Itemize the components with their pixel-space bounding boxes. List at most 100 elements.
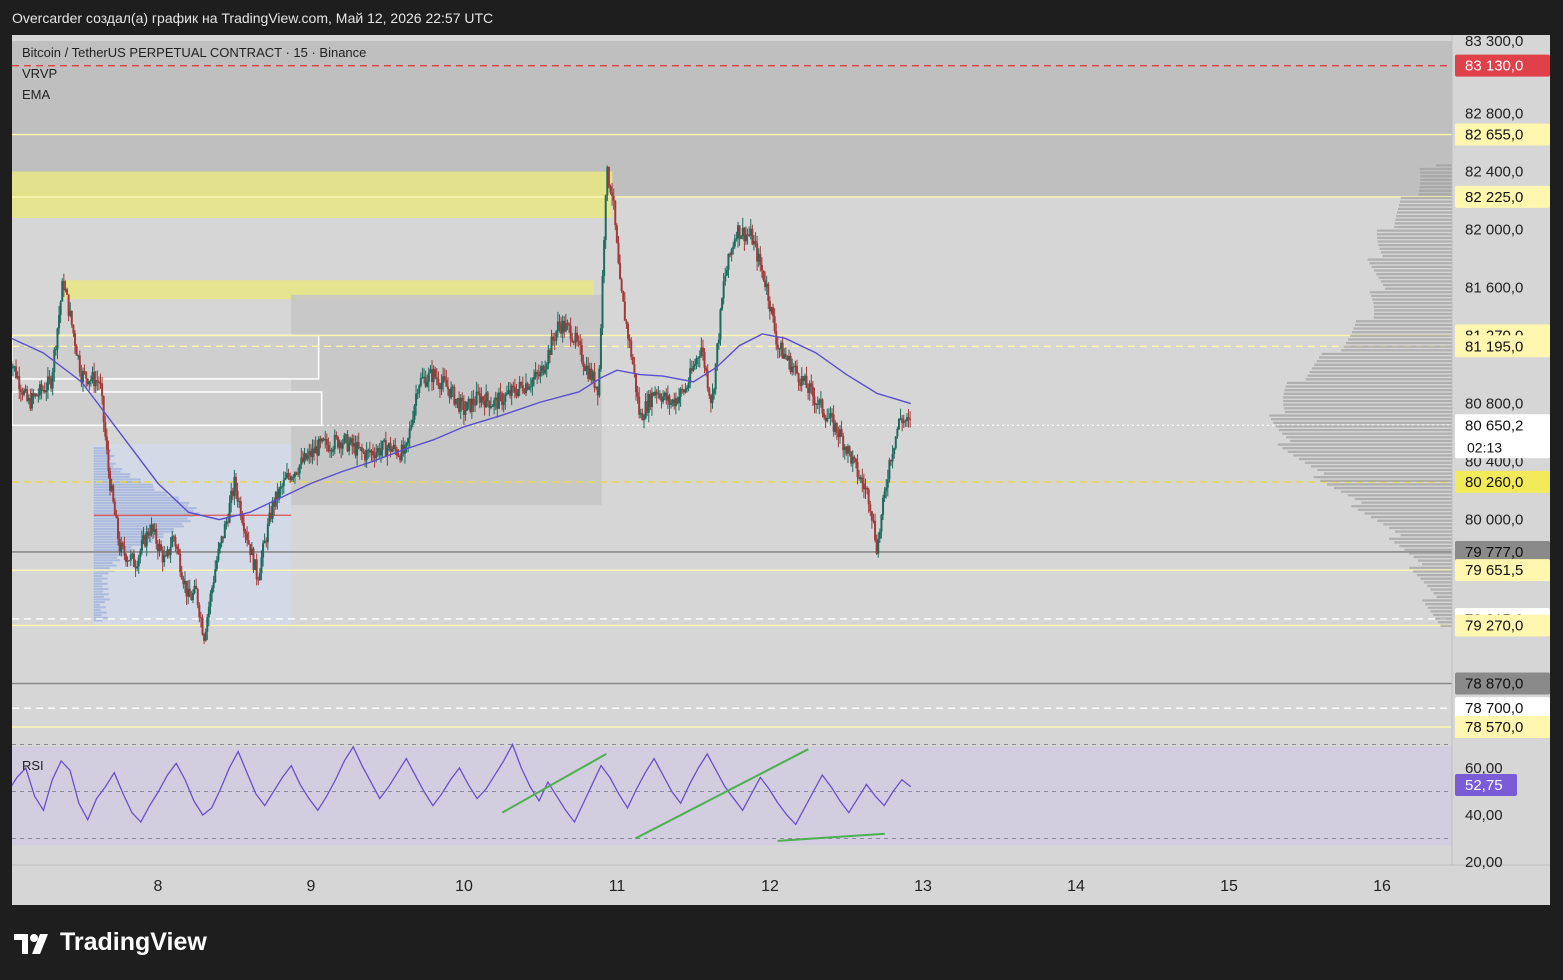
candle-body [717,339,720,344]
candle-body [236,490,239,502]
candle-body [776,344,779,349]
candle-body [848,446,851,452]
symbol-legend[interactable]: Bitcoin / TetherUS PERPETUAL CONTRACT · … [22,45,366,60]
candle-body [744,234,747,242]
candle-body [137,557,140,567]
local-volume-bar [93,580,103,583]
vrvp-bar [1354,323,1452,327]
candle-body [180,572,183,579]
local-volume-bar [93,561,113,564]
candle-body [437,379,440,386]
price-label-1: 82 655,0 [1465,127,1523,144]
vrvp-bar [1287,450,1452,453]
candle-body [113,501,116,515]
vrvp-legend[interactable]: VRVP [22,66,57,81]
vrvp-bar [1427,606,1452,609]
local-volume-bar [93,486,154,489]
ema-legend[interactable]: EMA [22,87,50,102]
local-volume-bar [93,606,106,609]
vrvp-bar [1334,486,1452,490]
candle-body [440,382,443,390]
candle-body [684,389,687,393]
candle-body [435,376,438,380]
candle-body [81,370,84,383]
vrvp-bar [1282,447,1452,450]
candle-body [670,403,673,405]
zone-outline-5 [12,391,323,427]
candle-body [282,479,285,487]
vrvp-bar [1379,247,1452,250]
candle-body [179,553,182,573]
vrvp-bar [1282,432,1452,435]
local-volume-bar [93,499,179,502]
vrvp-bar [1420,175,1452,178]
vrvp-bar [1404,548,1452,551]
candle-body [298,464,301,474]
zone-yellow-1 [12,171,613,218]
candle-body [204,631,207,641]
vrvp-bar [1370,515,1452,519]
candle-body [75,345,78,356]
candle-body [544,369,547,374]
vrvp-bar [1395,218,1452,221]
candle-body [909,419,912,421]
candle-body [504,394,507,402]
local-volume-bar [93,567,110,570]
price-label-countdown: 02:13 [1467,439,1502,455]
vrvp-bar [1413,570,1452,573]
local-volume-bar [93,556,118,559]
candle-body [625,320,628,324]
candle-body [528,387,531,390]
candle-body [907,417,910,420]
candle-body [295,472,298,474]
candle-body [85,372,88,379]
candle-body [603,239,606,277]
candle-body [209,593,212,607]
candle-body [51,371,54,389]
candle-body [246,533,249,541]
chart-panel[interactable]: 83 300,0 82 800,0 82 400,0 82 000,0 81 600,0… [12,35,1550,905]
candle-body [604,195,607,240]
time-tick-label: 12 [761,878,779,895]
vrvp-bar [1394,222,1452,225]
candle-body [627,323,630,339]
rsi-tick-label: 40,00 [1465,807,1503,824]
vrvp-bar [1396,215,1452,218]
tradingview-logo[interactable]: TradingView [14,928,207,957]
vrvp-bar [1440,624,1452,627]
vrvp-bar [1367,258,1452,261]
candle-body [454,399,457,405]
candle-body [474,404,477,406]
chart-canvas[interactable]: 83 300,0 82 800,0 82 400,0 82 000,0 81 600,0… [12,35,1550,905]
vrvp-bar [1420,178,1452,181]
vrvp-bar [1373,305,1452,308]
candle-body [148,533,151,536]
vrvp-bar [1435,617,1452,620]
vrvp-bar [1286,436,1452,439]
local-volume-bar [93,577,108,580]
time-tick-label: 16 [1373,878,1391,895]
vrvp-bar [1398,204,1452,207]
price-tick-label: 82 000,0 [1465,222,1523,239]
price-label-10: 79 270,0 [1465,617,1523,634]
vrvp-bar [1284,410,1452,414]
candle-body [784,354,787,358]
candle-body [123,545,126,555]
candle-body [894,436,897,448]
candle-body [258,573,261,581]
candle-body [623,301,626,321]
vrvp-bar [1419,189,1452,192]
rsi-legend[interactable]: RSI [22,758,44,773]
candle-body [255,559,258,580]
candle-body [357,442,360,448]
candle-body [517,389,520,397]
candle-body [174,536,177,547]
candle-body [418,385,421,394]
candle-body [795,365,798,374]
vrvp-bar [1419,167,1452,171]
candle-body [18,376,21,390]
candle-body [867,489,870,505]
candle-body [427,372,430,382]
time-tick-label: 14 [1067,878,1085,895]
vrvp-bar [1283,392,1452,395]
